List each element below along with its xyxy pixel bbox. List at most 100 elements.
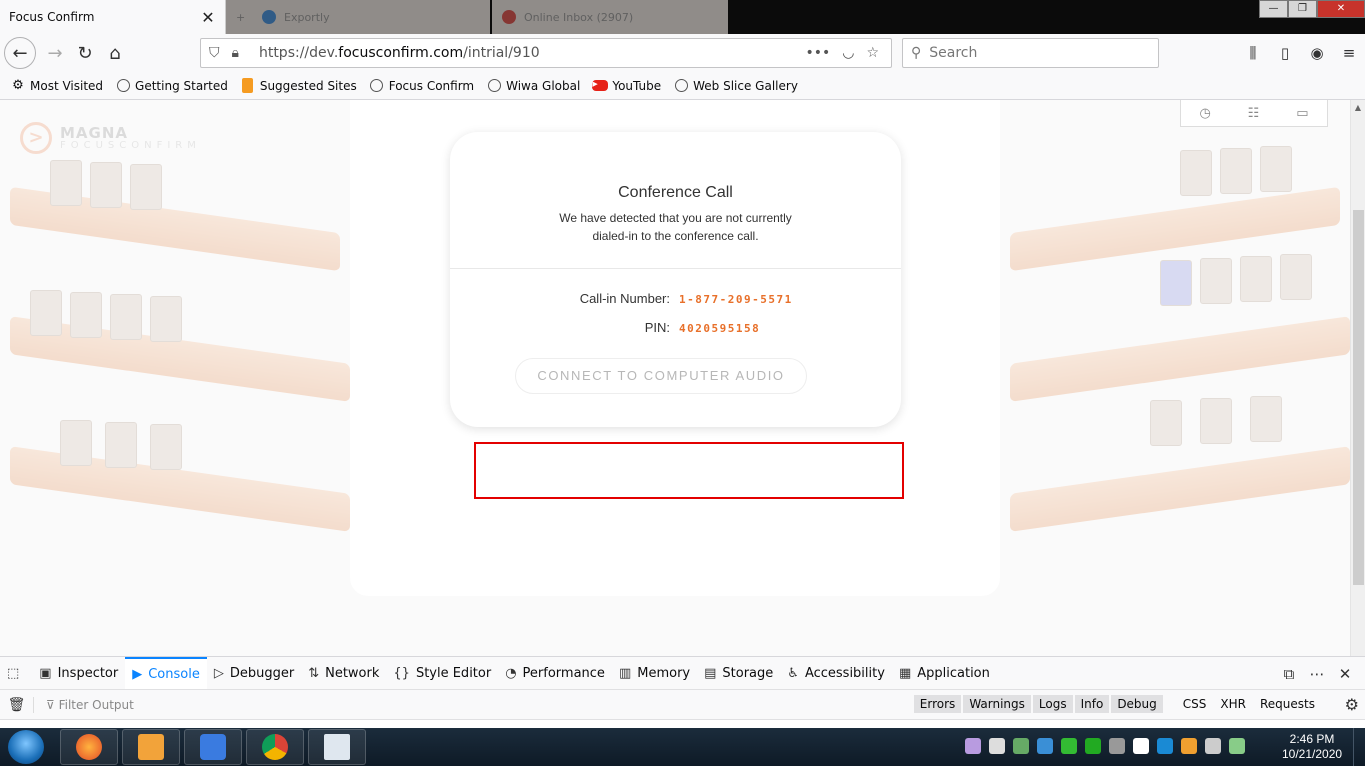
gear-icon: ⚙ <box>12 78 24 93</box>
url-bar[interactable]: ⛉ 🔒︎ https://dev.focusconfirm.com/intria… <box>200 38 892 68</box>
network-icon: ⇅ <box>308 665 320 681</box>
bookmark-wiwa-global[interactable]: Wiwa Global <box>486 78 580 94</box>
tab-inspector[interactable]: ▣ Inspector <box>32 657 125 689</box>
menu-icon[interactable]: ≡ <box>1333 38 1365 68</box>
url-text[interactable]: https://dev.focusconfirm.com/intrial/910 <box>259 45 805 61</box>
teamviewer-icon[interactable] <box>1157 738 1173 754</box>
recycle-icon[interactable] <box>1085 738 1101 754</box>
divider <box>450 268 901 269</box>
filter-errors-button[interactable]: Errors <box>913 695 962 713</box>
connect-computer-audio-button[interactable]: CONNECT TO COMPUTER AUDIO <box>515 358 807 394</box>
more-options-icon[interactable]: ⋯ <box>1303 665 1331 683</box>
tab-network[interactable]: ⇅ Network <box>301 657 386 689</box>
library-icon[interactable]: ⫼ <box>1237 38 1269 68</box>
dock-icon[interactable]: ⧉ <box>1275 665 1303 683</box>
tab-favicon <box>262 10 276 24</box>
tab-style-editor[interactable]: {} Style Editor <box>386 657 498 689</box>
device-icon[interactable] <box>1109 738 1125 754</box>
forward-button[interactable]: → <box>40 38 70 68</box>
taskbar-app[interactable] <box>184 729 242 765</box>
taskbar-chrome[interactable] <box>246 729 304 765</box>
filter-xhr-button[interactable]: XHR <box>1214 695 1252 713</box>
filter-warnings-button[interactable]: Warnings <box>963 695 1031 713</box>
scroll-up-icon[interactable]: ▲ <box>1351 100 1365 116</box>
filter-info-button[interactable]: Info <box>1074 695 1110 713</box>
application-icon: ▦ <box>898 665 912 681</box>
search-input[interactable]: ⚲ Search <box>902 38 1159 68</box>
slack-icon[interactable] <box>1013 738 1029 754</box>
shield-icon[interactable]: ⛉ <box>209 45 220 61</box>
close-window-button[interactable]: ✕ <box>1317 0 1365 18</box>
tab-debugger[interactable]: ▷ Debugger <box>207 657 301 689</box>
bookmark-web-slice-gallery[interactable]: Web Slice Gallery <box>673 78 798 94</box>
page-actions-icon[interactable]: ••• <box>805 45 830 61</box>
element-picker-button[interactable]: ⬚ <box>0 657 32 689</box>
maximize-button[interactable]: ❐ <box>1288 0 1317 18</box>
taskbar-clock[interactable]: 2:46 PM 10/21/2020 <box>1282 732 1342 762</box>
battery-icon[interactable] <box>1229 738 1245 754</box>
close-devtools-icon[interactable]: ✕ <box>1331 665 1359 683</box>
debugger-icon: ▷ <box>213 665 224 681</box>
pocket-icon[interactable]: ◡ <box>842 45 854 61</box>
check-icon[interactable] <box>1061 738 1077 754</box>
chat-icon[interactable]: ▭ <box>1296 106 1308 121</box>
sidebar-icon[interactable]: ▯ <box>1269 38 1301 68</box>
back-button[interactable]: ← <box>4 37 36 69</box>
bookmark-most-visited[interactable]: ⚙ Most Visited <box>10 78 103 94</box>
signal-icon[interactable] <box>989 738 1005 754</box>
tab-favicon <box>502 10 516 24</box>
tab-storage[interactable]: ▤ Storage <box>697 657 780 689</box>
volume-icon[interactable] <box>1205 738 1221 754</box>
filter-requests-button[interactable]: Requests <box>1254 695 1321 713</box>
dialog-title: Conference Call <box>618 184 733 201</box>
account-icon[interactable]: ◉ <box>1301 38 1333 68</box>
trash-icon[interactable]: 🗑︎ <box>0 696 34 713</box>
tab-background-2[interactable]: Online Inbox (2907) <box>492 0 728 34</box>
console-output[interactable] <box>0 720 1365 728</box>
bookmark-focus-confirm[interactable]: Focus Confirm <box>369 78 474 94</box>
page-scrollbar[interactable]: ▲ <box>1350 100 1365 656</box>
tab-performance[interactable]: ◔ Performance <box>498 657 612 689</box>
feather-icon[interactable] <box>965 738 981 754</box>
folder-icon[interactable] <box>1181 738 1197 754</box>
bookmark-getting-started[interactable]: Getting Started <box>115 78 228 94</box>
taskbar-media-player[interactable] <box>122 729 180 765</box>
reload-button[interactable]: ↻ <box>70 38 100 68</box>
tab-accessibility[interactable]: ♿︎ Accessibility <box>780 657 892 689</box>
close-tab-icon[interactable]: ✕ <box>197 8 219 27</box>
dialog-message: We have detected that you are not curren… <box>559 211 792 243</box>
scroll-thumb[interactable] <box>1353 210 1364 585</box>
filter-css-button[interactable]: CSS <box>1177 695 1213 713</box>
app-icon <box>200 734 226 760</box>
inspector-icon: ▣ <box>39 665 52 681</box>
lock-icon[interactable]: 🔒︎ <box>232 45 239 61</box>
tab-application[interactable]: ▦ Application <box>892 657 997 689</box>
network-tray-icon[interactable] <box>1037 738 1053 754</box>
show-desktop-button[interactable] <box>1353 728 1365 766</box>
media-player-icon <box>138 734 164 760</box>
taskbar-firefox[interactable] <box>60 729 118 765</box>
tab-focus-confirm[interactable]: Focus Confirm ✕ <box>0 0 226 34</box>
settings-gear-icon[interactable]: ⚙ <box>1345 695 1359 714</box>
tab-title: Focus Confirm <box>9 10 95 24</box>
bookmark-suggested-sites[interactable]: Suggested Sites <box>240 78 357 94</box>
tab-console[interactable]: ▶ Console <box>125 657 207 689</box>
storage-icon: ▤ <box>704 665 717 681</box>
home-button[interactable]: ⌂ <box>100 38 130 68</box>
filter-output-input[interactable]: ⊽ Filter Output <box>46 698 134 712</box>
tab-background-1[interactable]: Exportly <box>252 0 490 34</box>
start-button[interactable] <box>8 730 44 764</box>
toolbar-right: ⫼ ▯ ◉ ≡ <box>1237 38 1365 68</box>
bookmark-star-icon[interactable]: ☆ <box>866 45 879 61</box>
new-tab-button[interactable]: + <box>226 0 252 34</box>
tab-memory[interactable]: ▥ Memory <box>612 657 697 689</box>
taskbar-window[interactable] <box>308 729 366 765</box>
flag-icon[interactable] <box>1133 738 1149 754</box>
bookmark-youtube[interactable]: ▶ YouTube <box>592 78 661 94</box>
timer-icon[interactable]: ◷ <box>1199 106 1210 121</box>
search-icon: ⚲ <box>911 45 922 61</box>
tree-icon[interactable]: ☷ <box>1248 106 1260 121</box>
filter-debug-button[interactable]: Debug <box>1111 695 1163 713</box>
minimize-button[interactable]: — <box>1259 0 1288 18</box>
filter-logs-button[interactable]: Logs <box>1032 695 1073 713</box>
